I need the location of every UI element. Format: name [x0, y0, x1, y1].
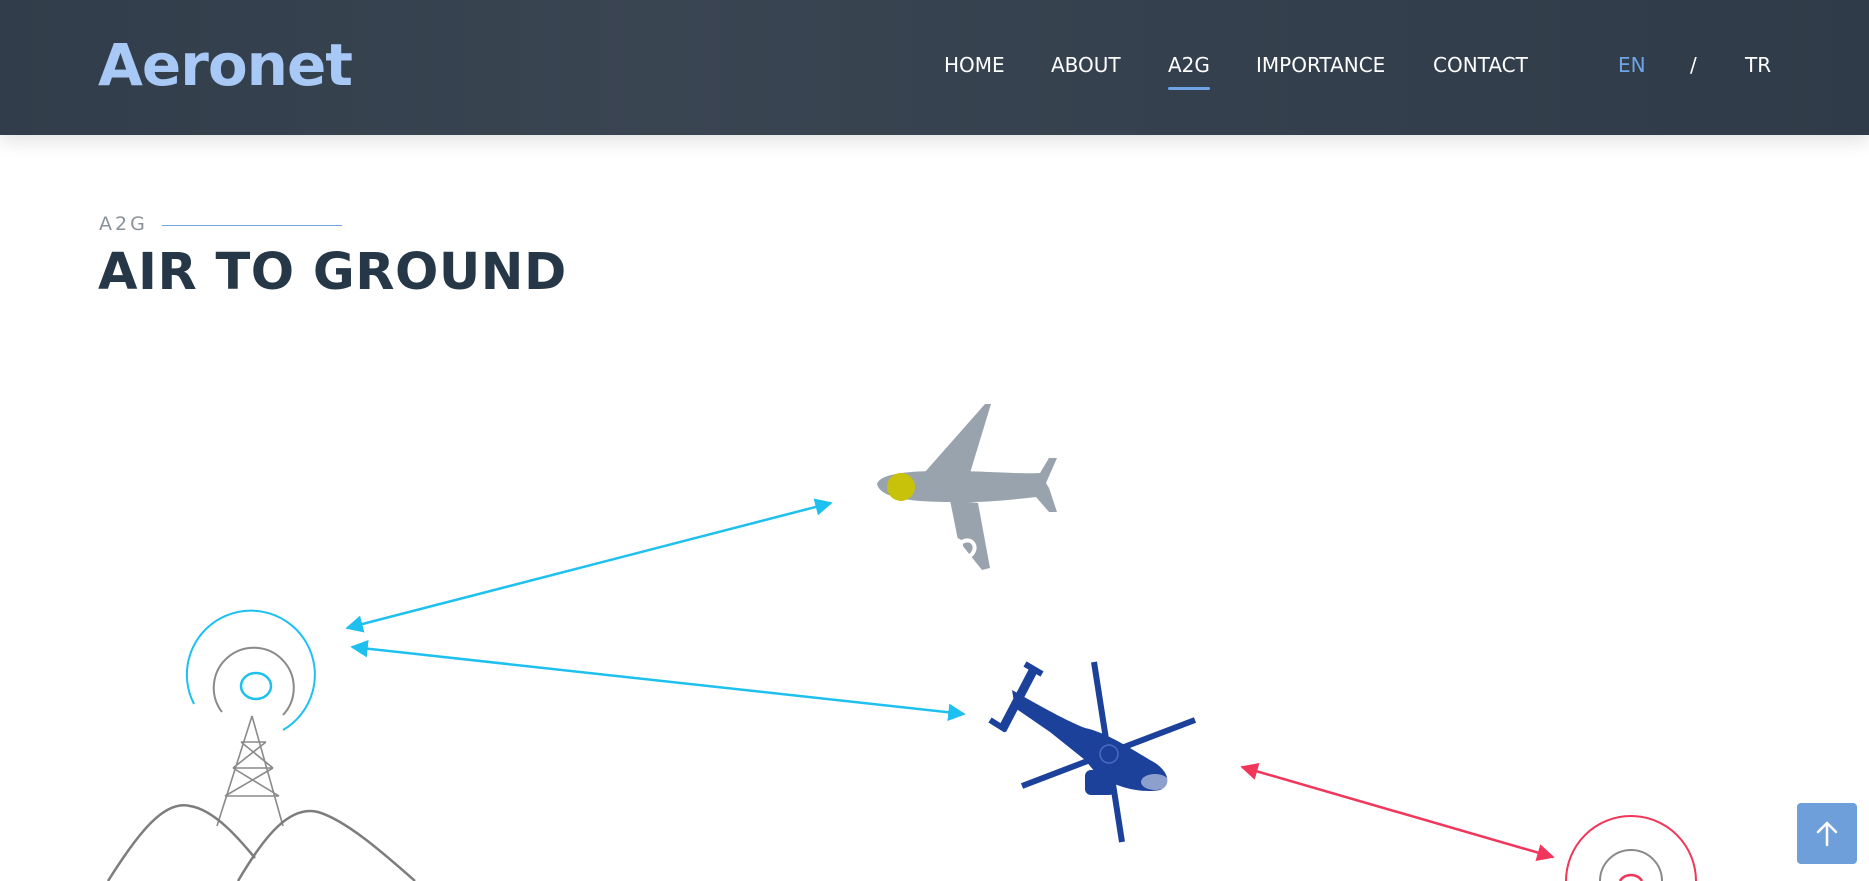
radio-tower-icon	[106, 609, 416, 881]
interference-arrow	[1240, 762, 1555, 862]
helicopter-icon	[988, 661, 1197, 843]
back-to-top-button[interactable]	[1797, 803, 1857, 864]
a2g-illustration	[106, 404, 1697, 881]
link-arrow-airplane	[345, 498, 833, 633]
airplane-icon	[877, 404, 1057, 570]
link-arrow-helicopter	[350, 640, 966, 721]
arrow-up-icon	[1816, 821, 1838, 847]
radio-tower-icon	[1565, 815, 1697, 881]
